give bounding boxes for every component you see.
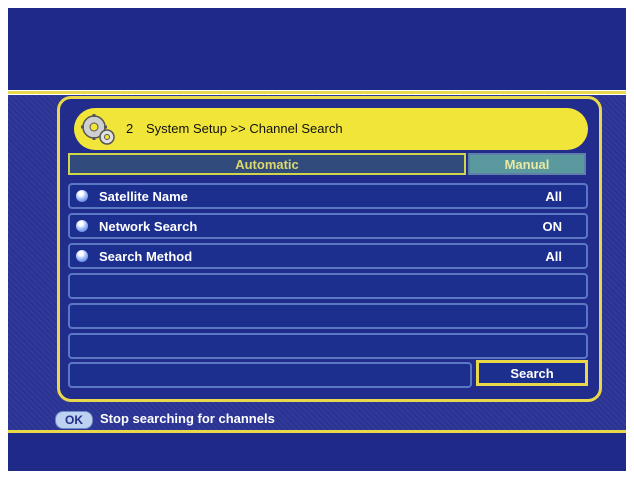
- setting-label: Search Method: [99, 249, 193, 264]
- tv-screen: 2 System Setup >> Channel Search Automat…: [0, 0, 634, 479]
- setting-value: All: [545, 249, 562, 264]
- setting-row-satellite-name[interactable]: Satellite Name All: [68, 183, 588, 209]
- empty-row: [68, 362, 472, 388]
- bullet-icon: [76, 190, 88, 202]
- top-divider: [8, 91, 626, 94]
- empty-row: [68, 273, 588, 299]
- setting-label: Network Search: [99, 219, 198, 234]
- menu-number: 2: [126, 121, 134, 136]
- setting-value: All: [545, 189, 562, 204]
- setting-row-network-search[interactable]: Network Search ON: [68, 213, 588, 239]
- empty-row: [68, 303, 588, 329]
- setting-label: Satellite Name: [99, 189, 188, 204]
- tab-manual[interactable]: Manual: [468, 153, 586, 175]
- bullet-icon: [76, 220, 88, 232]
- bottom-band: [8, 433, 626, 471]
- gear-icon: [81, 114, 115, 145]
- empty-row: [68, 333, 588, 359]
- bullet-icon: [76, 250, 88, 262]
- page-title: System Setup >> Channel Search: [146, 121, 343, 136]
- top-band: [8, 8, 626, 90]
- search-button[interactable]: Search: [476, 360, 588, 386]
- setting-value: ON: [542, 219, 563, 234]
- setting-row-search-method[interactable]: Search Method All: [68, 243, 588, 269]
- tab-automatic[interactable]: Automatic: [68, 153, 466, 175]
- ok-key-icon: OK: [55, 411, 93, 429]
- footer-hint: Stop searching for channels: [100, 411, 275, 426]
